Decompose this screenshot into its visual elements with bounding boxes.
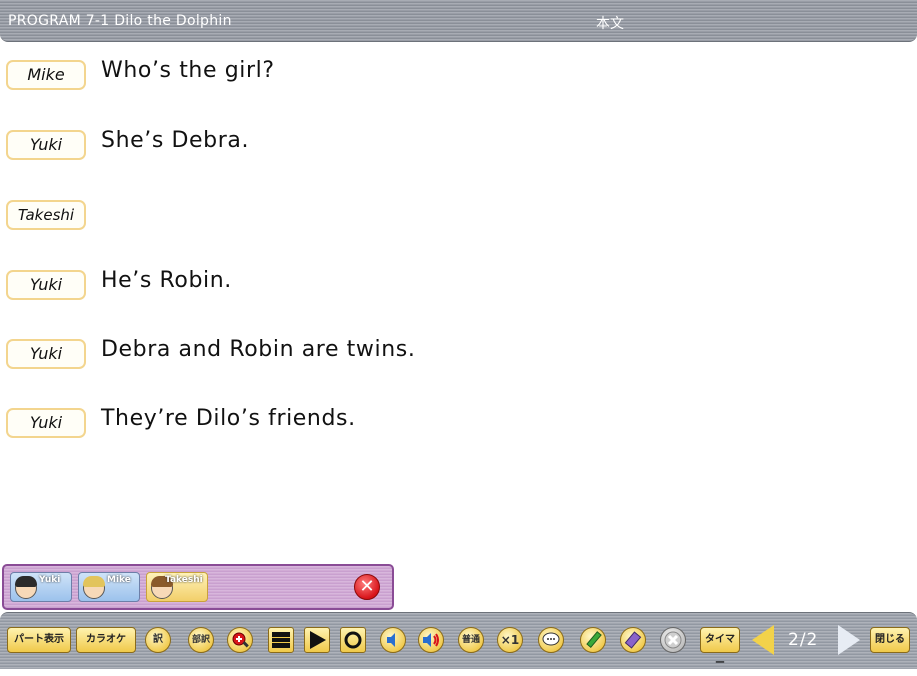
- character-panel: Yuki Mike Takeshi ✕: [2, 564, 394, 610]
- character-name: Yuki: [39, 575, 61, 585]
- part-display-button[interactable]: パート表示: [7, 627, 71, 653]
- clear-icon: [664, 631, 682, 649]
- character-name: Mike: [107, 575, 131, 585]
- speaker-label[interactable]: Yuki: [6, 130, 86, 160]
- partial-translate-button[interactable]: 部訳: [188, 627, 214, 653]
- volume-down-icon: [387, 633, 395, 647]
- bottom-toolbar: パート表示 カラオケ 訳 部訳 普通 ×1 タイマー 2/2 閉じる: [0, 612, 917, 669]
- volume-down-button[interactable]: [380, 627, 406, 653]
- speed-normal-button[interactable]: 普通: [458, 627, 484, 653]
- zoom-in-icon: [232, 632, 249, 648]
- karaoke-button[interactable]: カラオケ: [76, 627, 136, 653]
- volume-up-icon: [423, 633, 439, 647]
- clear-button[interactable]: [660, 627, 686, 653]
- next-page-button[interactable]: [838, 625, 860, 655]
- close-panel-button[interactable]: ✕: [354, 574, 380, 600]
- eraser-icon: [624, 631, 642, 649]
- speaker-label[interactable]: Takeshi: [6, 200, 86, 230]
- page-indicator: 2/2: [788, 630, 819, 650]
- repeat-icon: [344, 631, 362, 649]
- repeat-button[interactable]: [340, 627, 366, 653]
- speaker-label[interactable]: Yuki: [6, 339, 86, 369]
- dialogue-text[interactable]: Who’s the girl?: [101, 58, 275, 83]
- speaker-label[interactable]: Yuki: [6, 408, 86, 438]
- speech-bubble-icon: [542, 632, 560, 646]
- translate-button[interactable]: 訳: [145, 627, 171, 653]
- section-label: 本文: [596, 16, 624, 32]
- close-icon: ✕: [359, 576, 375, 597]
- dialogue-text[interactable]: Debra and Robin are twins.: [101, 337, 415, 362]
- play-icon: [310, 631, 326, 649]
- speed-x1-button[interactable]: ×1: [497, 627, 523, 653]
- pencil-icon: [586, 631, 602, 648]
- page-title: PROGRAM 7-1 Dilo the Dolphin: [8, 13, 232, 29]
- dialogue-text[interactable]: She’s Debra.: [101, 128, 249, 153]
- dialogue-text[interactable]: They’re Dilo’s friends.: [101, 406, 356, 431]
- character-chip-yuki[interactable]: Yuki: [10, 572, 72, 602]
- pencil-button[interactable]: [580, 627, 606, 653]
- speaker-label[interactable]: Yuki: [6, 270, 86, 300]
- volume-up-button[interactable]: [418, 627, 444, 653]
- hair-icon: [15, 576, 37, 587]
- speaker-label[interactable]: Mike: [6, 60, 86, 90]
- close-button[interactable]: 閉じる: [870, 627, 910, 653]
- dialogue-text[interactable]: He’s Robin.: [101, 268, 232, 293]
- hair-icon: [83, 576, 105, 587]
- character-name: Takeshi: [165, 575, 203, 585]
- speech-bubble-button[interactable]: [538, 627, 564, 653]
- stop-button[interactable]: [268, 627, 294, 653]
- timer-button[interactable]: タイマー: [700, 627, 740, 669]
- prev-page-button[interactable]: [752, 625, 774, 655]
- zoom-in-button[interactable]: [227, 627, 253, 653]
- play-button[interactable]: [304, 627, 330, 653]
- title-bar: PROGRAM 7-1 Dilo the Dolphin 本文: [0, 0, 917, 42]
- stop-icon: [272, 632, 290, 648]
- eraser-button[interactable]: [620, 627, 646, 653]
- character-chip-takeshi[interactable]: Takeshi: [146, 572, 208, 602]
- character-chip-mike[interactable]: Mike: [78, 572, 140, 602]
